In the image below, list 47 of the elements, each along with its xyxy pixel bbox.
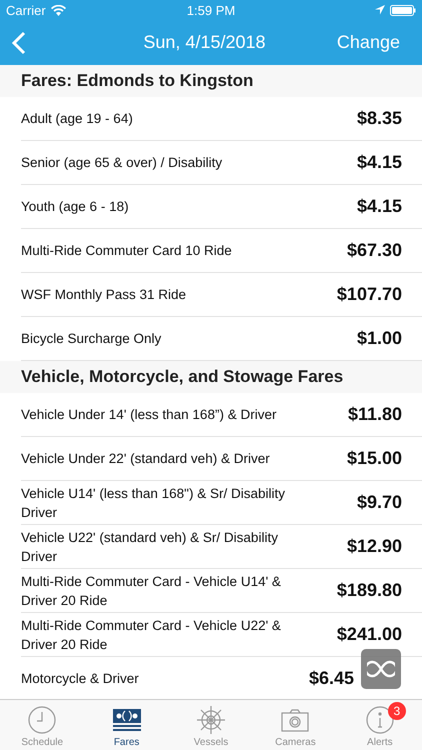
section-header: Vehicle, Motorcycle, and Stowage Fares [0, 361, 422, 393]
notification-badge: 3 [388, 702, 406, 720]
fare-price: $15.00 [346, 448, 402, 469]
fare-price: $4.15 [356, 152, 402, 173]
fare-price: $12.90 [346, 536, 402, 557]
fare-price: $1.00 [356, 328, 402, 349]
carrier-label: Carrier [6, 2, 46, 18]
location-arrow-icon [374, 5, 385, 15]
status-time: 1:59 PM [186, 2, 236, 18]
fare-price: $9.70 [356, 492, 402, 513]
change-button[interactable]: Change [336, 32, 400, 53]
tab-bar-item[interactable]: Vessels [168, 700, 254, 750]
fare-price: $189.80 [336, 580, 402, 601]
section-header: Fares: Edmonds to Kingston [0, 65, 422, 97]
fare-label: Vehicle U22' (standard veh) & Sr/ Disability Driver [21, 528, 279, 566]
fare-label: Multi-Ride Commuter Card - Vehicle U22' & Driver 20 Ride [21, 616, 282, 654]
fare-label: Vehicle U14' (less than 168") & Sr/ Disability Driver [21, 484, 286, 522]
tab-bar-item[interactable]: Fares [84, 700, 169, 750]
info-icon [364, 705, 395, 735]
chevron-left-icon [12, 30, 26, 54]
clock-icon [27, 705, 58, 735]
tab-bar-item[interactable]: Schedule [0, 700, 84, 750]
fare-price: $6.45 [308, 668, 354, 689]
fare-price: $107.70 [336, 284, 402, 305]
tab-bar-item[interactable]: Cameras [253, 700, 338, 750]
fare-price: $8.35 [356, 108, 402, 129]
ship-wheel-icon [196, 705, 226, 735]
fare-label: Vehicle Under 22' (standard veh) & Driver [21, 450, 270, 468]
loop-icon [367, 659, 395, 679]
fare-label: Multi-Ride Commuter Card - Vehicle U14' & Driver 20 Ride [21, 572, 282, 610]
loop-button[interactable] [361, 649, 401, 689]
fare-label: Multi-Ride Commuter Card 10 Ride [21, 242, 232, 260]
fare-label: Adult (age 19 - 64) [21, 110, 133, 128]
fare-label: Motorcycle & Driver [21, 670, 139, 688]
fare-price: $4.15 [356, 196, 402, 217]
tab-bar-item[interactable]: Alerts 3 [338, 700, 422, 750]
fare-label: WSF Monthly Pass 31 Ride [21, 286, 186, 304]
nav-title: Sun, 4/15/2018 [143, 32, 266, 53]
battery-icon [390, 4, 416, 16]
fare-price: $67.30 [346, 240, 402, 261]
fare-label: Youth (age 6 - 18) [21, 198, 129, 216]
fare-price: $241.00 [336, 624, 402, 645]
fare-label: Bicycle Surcharge Only [21, 330, 162, 348]
fare-label: Senior (age 65 & over) / Disability [21, 154, 222, 172]
wifi-icon [50, 4, 66, 16]
fare-label: Vehicle Under 14' (less than 168”) & Driver [21, 406, 276, 424]
fare-price: $11.80 [348, 404, 402, 425]
